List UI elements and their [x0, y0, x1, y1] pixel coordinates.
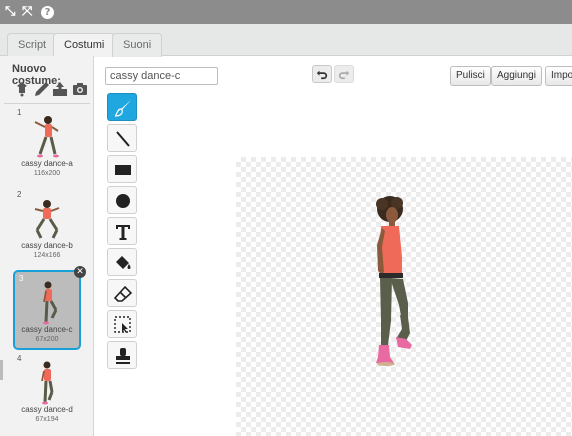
costume-number: 4 [17, 354, 22, 363]
scrollbar[interactable] [0, 360, 3, 380]
costume-name: cassy dance-c [21, 325, 73, 334]
tab-script[interactable]: Script [7, 33, 58, 57]
select-tool[interactable] [107, 310, 137, 338]
costume-thumbnail [43, 281, 58, 325]
ellipse-icon [116, 194, 130, 208]
costume-thumbnail [34, 200, 60, 239]
fullscreen-icon[interactable]: ⤡ [5, 0, 15, 24]
help-button[interactable]: ? [41, 0, 54, 24]
costume-name: cassy dance-b [21, 241, 73, 250]
delete-costume-icon[interactable]: ✕ [74, 266, 86, 278]
undo-button[interactable] [312, 65, 332, 83]
fill-icon [116, 256, 131, 269]
costume-number: 2 [17, 190, 22, 199]
costume-list-panel: Nuovo costume: 1 cassy dance-a 116x200 2… [0, 56, 94, 436]
text-icon [116, 225, 130, 240]
costume-item[interactable]: 1 cassy dance-a 116x200 [13, 106, 81, 186]
line-tool[interactable] [107, 124, 137, 152]
line-icon [116, 131, 130, 147]
redo-button[interactable] [334, 65, 354, 83]
costume-name: cassy dance-d [21, 405, 73, 414]
costume-size: 67x200 [35, 336, 59, 343]
rectangle-icon [115, 165, 131, 175]
tab-costumes[interactable]: Costumi [53, 33, 116, 57]
costume-item[interactable]: 2 cassy dance-b 124x166 [13, 188, 81, 268]
costume-number: 3 [19, 274, 24, 283]
top-toolbar: ⤡ ⤧ ? [0, 0, 572, 24]
clear-button[interactable]: Pulisci [450, 66, 491, 86]
redo-icon [338, 70, 350, 80]
select-icon [114, 316, 131, 333]
rectangle-tool[interactable] [107, 155, 137, 183]
text-tool[interactable] [107, 217, 137, 245]
fill-tool[interactable] [107, 248, 137, 276]
costume-size: 116x200 [33, 170, 61, 177]
help-icon: ? [41, 6, 54, 19]
tab-sounds[interactable]: Suoni [112, 33, 163, 57]
costume-item-selected[interactable]: 3 cassy dance-c 67x200 ✕ [13, 266, 86, 350]
eraser-icon [113, 285, 133, 302]
costume-name-input[interactable] [105, 67, 218, 85]
undo-icon [316, 70, 328, 80]
shrink-icon[interactable]: ⤧ [22, 0, 32, 24]
costume-item[interactable]: 4 cassy dance-d 67x194 [13, 352, 81, 432]
import-button[interactable]: Impo [545, 66, 572, 86]
costume-thumbnail [34, 116, 59, 158]
costume-size: 67x194 [35, 416, 59, 423]
paint-from-library-icon[interactable] [14, 81, 30, 97]
costume-thumbnail [41, 361, 54, 405]
costume-size: 124x166 [33, 252, 61, 259]
camera-icon[interactable] [72, 81, 88, 97]
upload-icon[interactable] [52, 81, 68, 97]
brush-icon [114, 100, 131, 117]
tab-bar: Script Costumi Suoni [0, 24, 572, 57]
eraser-tool[interactable] [107, 279, 137, 307]
ellipse-tool[interactable] [107, 186, 137, 214]
costume-image [376, 196, 412, 366]
paint-new-icon[interactable] [34, 81, 50, 97]
list-divider [4, 103, 90, 104]
brush-tool[interactable] [107, 93, 137, 121]
stamp-tool[interactable] [107, 341, 137, 369]
stamp-icon [116, 348, 130, 364]
add-button[interactable]: Aggiungi [491, 66, 542, 86]
costume-number: 1 [17, 108, 22, 117]
costume-name: cassy dance-a [21, 159, 73, 168]
